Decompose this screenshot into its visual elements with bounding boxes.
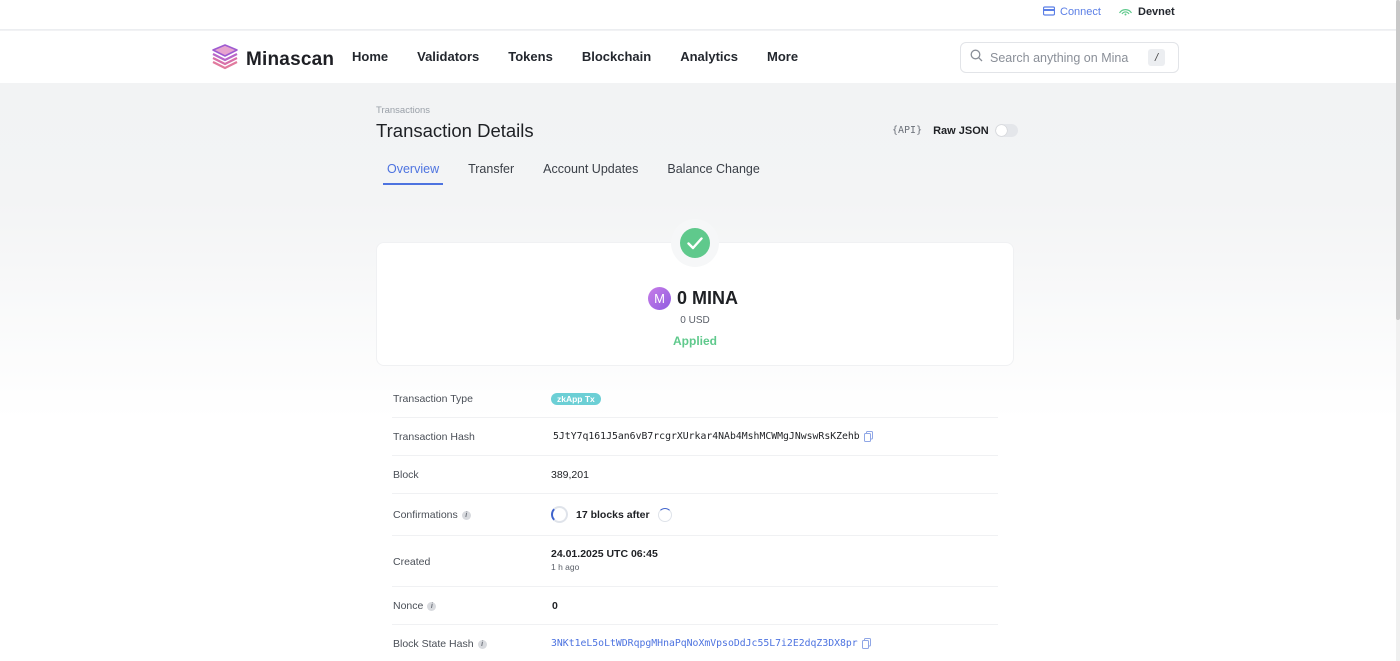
detail-row-block: Block 389,201 [392, 456, 998, 494]
tab-bar: Overview Transfer Account Updates Balanc… [383, 162, 785, 185]
loading-spinner-icon [551, 506, 568, 523]
top-utility-bar: Connect Devnet [0, 0, 1396, 30]
detail-label: Block [393, 469, 419, 481]
wallet-icon [1042, 5, 1056, 19]
block-link[interactable]: 389,201 [551, 469, 589, 481]
nav-menu: Home Validators Tokens Blockchain Analyt… [352, 49, 827, 64]
copy-icon[interactable] [863, 431, 873, 442]
search-input[interactable] [990, 50, 1150, 65]
api-link[interactable]: {API} [892, 125, 922, 136]
brand-logo[interactable]: Minascan [210, 44, 334, 75]
nav-item-home[interactable]: Home [352, 49, 388, 64]
detail-value: 3NKt1eL5oLtWDRqpgMHnaPqNoXmVpsoDdJc55L7i… [551, 638, 871, 649]
copy-icon[interactable] [861, 638, 871, 649]
detail-row-created: Created 24.01.2025 UTC 06:45 1 h ago [392, 536, 998, 587]
created-relative-time: 1 h ago [551, 562, 580, 572]
network-selector[interactable]: Devnet [1118, 5, 1175, 19]
success-check-icon [680, 228, 710, 258]
tab-overview[interactable]: Overview [383, 162, 444, 185]
transaction-amount: 0 MINA [677, 288, 739, 308]
raw-json-label: Raw JSON [933, 124, 989, 137]
block-state-hash-label: Block State Hash [393, 638, 474, 650]
main-navbar: Minascan Home Validators Tokens Blockcha… [0, 31, 1396, 83]
detail-label: Confirmations i [393, 509, 471, 521]
transaction-details-list: Transaction Type zkApp Tx Transaction Ha… [376, 380, 1014, 661]
detail-label: Block State Hash i [393, 638, 487, 650]
confirmations-label: Confirmations [393, 509, 458, 521]
nav-item-more[interactable]: More [767, 49, 798, 64]
info-icon[interactable]: i [477, 639, 487, 649]
raw-json-toggle[interactable] [994, 124, 1018, 137]
api-controls: {API} Raw JSON [892, 124, 1018, 137]
detail-value: 5JtY7q161J5an6vB7rcgrXUrkar4NAb4MshMCWMg… [553, 431, 873, 442]
detail-row-confirmations: Confirmations i 17 blocks after [392, 494, 998, 536]
detail-row-block-state-hash: Block State Hash i 3NKt1eL5oLtWDRqpgMHna… [392, 625, 998, 661]
detail-value: 17 blocks after [551, 506, 672, 523]
info-icon[interactable]: i [427, 601, 437, 611]
tab-transfer[interactable]: Transfer [464, 162, 518, 185]
loading-spinner-icon [657, 507, 672, 522]
detail-row-type: Transaction Type zkApp Tx [392, 380, 998, 418]
transaction-hash-value: 5JtY7q161J5an6vB7rcgrXUrkar4NAb4MshMCWMg… [553, 431, 860, 442]
nav-item-tokens[interactable]: Tokens [508, 49, 553, 64]
mina-coin-icon: M [648, 287, 671, 310]
search-shortcut-key: / [1148, 49, 1165, 66]
minascan-logo-icon [210, 44, 240, 75]
search-box[interactable]: / [960, 42, 1179, 73]
toggle-knob [995, 125, 1007, 136]
nonce-value: 0 [552, 600, 558, 612]
brand-name: Minascan [246, 48, 335, 70]
block-state-hash-link[interactable]: 3NKt1eL5oLtWDRqpgMHnaPqNoXmVpsoDdJc55L7i… [551, 638, 858, 649]
detail-label: Nonce i [393, 600, 437, 612]
detail-value: 24.01.2025 UTC 06:45 1 h ago [551, 548, 658, 572]
page-title: Transaction Details [376, 120, 534, 141]
nav-item-validators[interactable]: Validators [417, 49, 479, 64]
detail-row-hash: Transaction Hash 5JtY7q161J5an6vB7rcgrXU… [392, 418, 998, 456]
confirmations-value: 17 blocks after [576, 508, 650, 521]
created-timestamp: 24.01.2025 UTC 06:45 [551, 548, 658, 560]
page-scrollbar[interactable] [1396, 0, 1400, 661]
status-badge: Applied [673, 334, 717, 348]
connect-wallet-button[interactable]: Connect [1042, 5, 1101, 19]
network-label: Devnet [1138, 6, 1175, 18]
nav-item-analytics[interactable]: Analytics [680, 49, 738, 64]
scrollbar-thumb[interactable] [1396, 0, 1400, 320]
tab-account-updates[interactable]: Account Updates [539, 162, 642, 185]
nonce-label: Nonce [393, 600, 424, 612]
detail-row-nonce: Nonce i 0 [392, 587, 998, 625]
detail-label: Created [393, 556, 431, 568]
connect-label: Connect [1060, 6, 1101, 18]
nav-item-blockchain[interactable]: Blockchain [582, 49, 651, 64]
transaction-type-badge: zkApp Tx [551, 393, 601, 405]
detail-label: Transaction Type [393, 393, 473, 405]
tab-balance-change[interactable]: Balance Change [663, 162, 763, 185]
amount-row: M 0 MINA [648, 287, 738, 310]
info-icon[interactable]: i [461, 510, 471, 520]
amount-usd: 0 USD [680, 315, 710, 326]
detail-value: zkApp Tx [551, 393, 601, 405]
search-icon [970, 49, 983, 67]
detail-label: Transaction Hash [393, 431, 475, 443]
breadcrumb[interactable]: Transactions [376, 105, 430, 116]
network-signal-icon [1118, 6, 1133, 19]
